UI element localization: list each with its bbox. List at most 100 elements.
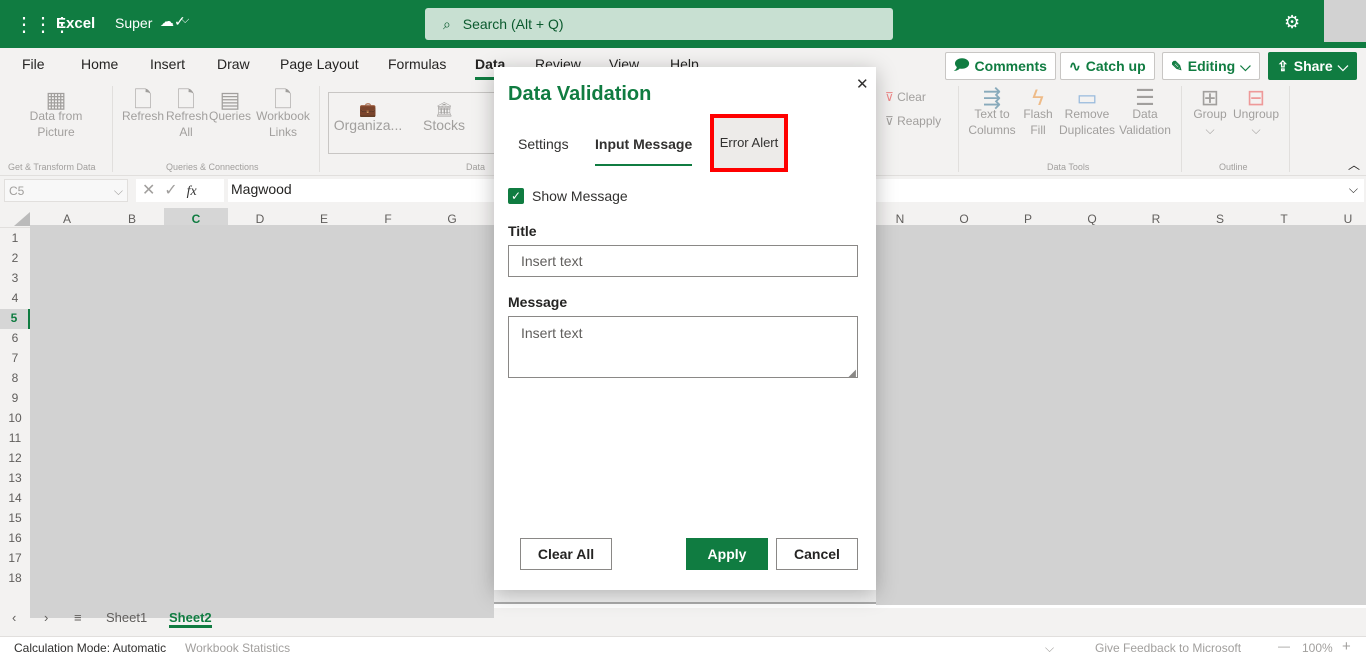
enter-icon[interactable]: ✓	[164, 182, 177, 199]
tab-insert[interactable]: Insert	[150, 56, 185, 72]
cancel-button[interactable]: Cancel	[776, 538, 858, 570]
avatar[interactable]	[1324, 0, 1366, 42]
column-header[interactable]: N	[868, 212, 932, 226]
row-header[interactable]: 2	[0, 251, 30, 265]
row-header[interactable]: 17	[0, 551, 30, 565]
message-textarea[interactable]: Insert text ◢	[508, 316, 858, 379]
tab-formulas[interactable]: Formulas	[388, 56, 446, 72]
tab-file[interactable]: File	[22, 56, 45, 72]
editing-button[interactable]: ✎ Editing ⌵	[1162, 52, 1260, 80]
sheet-tab-active[interactable]: Sheet2	[169, 610, 212, 628]
group-button[interactable]: ⊞ Group ⌵	[1190, 87, 1230, 138]
column-header[interactable]: O	[932, 212, 996, 226]
clear-filter-icon: ⊽	[885, 90, 894, 104]
column-header[interactable]: S	[1188, 212, 1252, 226]
resize-handle-icon[interactable]: ◢	[848, 368, 856, 379]
column-header[interactable]: G	[420, 212, 484, 226]
calculation-mode[interactable]: Calculation Mode: Automatic	[14, 641, 166, 655]
label: Refresh All	[166, 109, 209, 139]
reapply-filter-button[interactable]: ⊽ Reapply	[885, 113, 941, 129]
catch-up-button[interactable]: ∿ Catch up	[1060, 52, 1155, 80]
ungroup-icon: ⊟	[1246, 85, 1266, 110]
ungroup-button[interactable]: ⊟ Ungroup ⌵	[1230, 85, 1282, 138]
data-validation-icon: ☰	[1135, 85, 1155, 110]
row-header[interactable]: 14	[0, 491, 30, 505]
chevron-down-icon[interactable]: ⌵	[181, 14, 189, 27]
column-header[interactable]: F	[356, 212, 420, 226]
comments-button[interactable]: 🗩 Comments	[945, 52, 1056, 80]
expand-formula-icon[interactable]: ⌵	[1349, 182, 1358, 197]
clear-all-button[interactable]: Clear All	[520, 538, 612, 570]
row-header[interactable]: 16	[0, 531, 30, 545]
refresh-button[interactable]: 🗋 Refresh	[122, 89, 164, 124]
row-header[interactable]: 10	[0, 411, 30, 425]
row-header[interactable]: 12	[0, 451, 30, 465]
organization-button[interactable]: 💼 Organiza...	[333, 101, 403, 133]
gear-icon[interactable]: ⚙	[1284, 12, 1300, 33]
row-header[interactable]: 18	[0, 571, 30, 585]
clear-filter-button[interactable]: ⊽ Clear	[885, 89, 926, 105]
chevron-down-icon[interactable]: ⌵	[1045, 641, 1054, 656]
column-header[interactable]: D	[228, 212, 292, 226]
row-header[interactable]: 9	[0, 391, 30, 405]
apply-button[interactable]: Apply	[686, 538, 768, 570]
workbook-statistics[interactable]: Workbook Statistics	[185, 641, 290, 655]
fx-icon[interactable]: fx	[187, 184, 197, 199]
zoom-in-icon[interactable]: +	[1342, 638, 1351, 655]
group-label: Outline	[1219, 162, 1248, 172]
tab-settings[interactable]: Settings	[518, 136, 569, 152]
refresh-all-button[interactable]: 🗋 Refresh All	[166, 89, 209, 140]
column-header[interactable]: U	[1316, 212, 1366, 226]
queries-button[interactable]: ▤ Queries	[208, 89, 252, 124]
row-header[interactable]: 1	[0, 231, 30, 245]
data-from-picture-button[interactable]: ▦ Data from Picture	[22, 89, 90, 140]
workbook-links-button[interactable]: 🗋 Workbook Links	[254, 89, 312, 140]
row-header[interactable]: 4	[0, 291, 30, 305]
label: Group	[1193, 107, 1227, 121]
name-box[interactable]: C5 ⌵	[4, 179, 128, 202]
column-header[interactable]: A	[35, 212, 99, 226]
tab-page-layout[interactable]: Page Layout	[280, 56, 359, 72]
row-header[interactable]: 15	[0, 511, 30, 525]
group-label: Queries & Connections	[166, 162, 259, 172]
sheet-tab[interactable]: Sheet1	[106, 610, 147, 625]
scroll-left-icon[interactable]: ‹	[12, 610, 16, 625]
column-header[interactable]: P	[996, 212, 1060, 226]
stocks-button[interactable]: 🏛 Stocks	[417, 101, 471, 133]
share-button[interactable]: ⇪ Share ⌵	[1268, 52, 1358, 80]
row-header[interactable]: 6	[0, 331, 30, 345]
column-header[interactable]: Q	[1060, 212, 1124, 226]
row-header-active[interactable]: 5	[0, 309, 30, 329]
tab-draw[interactable]: Draw	[217, 56, 250, 72]
tab-home[interactable]: Home	[81, 56, 118, 72]
tab-input-message[interactable]: Input Message	[595, 136, 693, 166]
data-types-gallery[interactable]: 💼 Organiza... 🏛 Stocks	[328, 92, 498, 154]
column-header[interactable]: E	[292, 212, 356, 226]
zoom-level[interactable]: 100%	[1302, 641, 1333, 655]
column-header[interactable]: B	[100, 212, 164, 226]
select-all-icon[interactable]	[14, 212, 30, 226]
cancel-icon[interactable]: ✕	[142, 182, 155, 199]
flash-fill-button[interactable]: ϟ Flash Fill	[1020, 87, 1056, 138]
search-box[interactable]: ⌕ Search (Alt + Q)	[425, 8, 893, 40]
row-header[interactable]: 13	[0, 471, 30, 485]
column-header[interactable]: T	[1252, 212, 1316, 226]
show-message-checkbox[interactable]: ✓	[508, 188, 524, 204]
title-input[interactable]: Insert text	[508, 245, 858, 277]
row-header[interactable]: 7	[0, 351, 30, 365]
row-header[interactable]: 8	[0, 371, 30, 385]
all-sheets-icon[interactable]: ≡	[74, 610, 82, 625]
tab-error-alert[interactable]: Error Alert	[710, 114, 788, 172]
remove-duplicates-button[interactable]: ▭ Remove Duplicates	[1058, 87, 1116, 138]
scroll-right-icon[interactable]: ›	[44, 610, 48, 625]
close-icon[interactable]: ✕	[856, 75, 869, 93]
file-name[interactable]: Super	[115, 15, 152, 31]
feedback-link[interactable]: Give Feedback to Microsoft	[1095, 641, 1241, 655]
column-header[interactable]: R	[1124, 212, 1188, 226]
data-validation-button[interactable]: ☰ Data Validation	[1117, 85, 1173, 138]
row-header[interactable]: 11	[0, 431, 30, 445]
zoom-out-icon[interactable]: —	[1278, 639, 1290, 653]
collapse-ribbon-icon[interactable]: ︿	[1348, 156, 1360, 173]
row-header[interactable]: 3	[0, 271, 30, 285]
text-to-columns-button[interactable]: ⇶ Text to Columns	[966, 87, 1018, 138]
